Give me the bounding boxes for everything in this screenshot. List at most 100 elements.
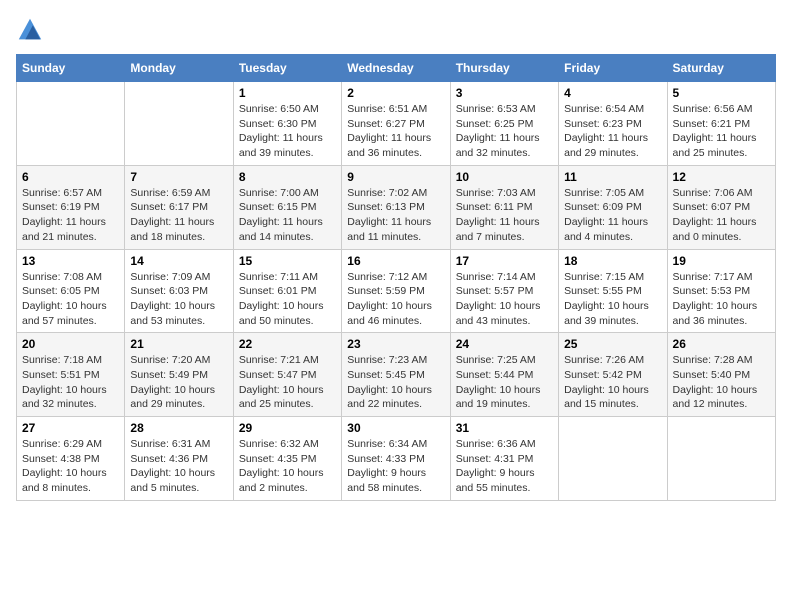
day-content: Sunrise: 7:18 AM Sunset: 5:51 PM Dayligh…	[22, 353, 119, 412]
day-cell: 16Sunrise: 7:12 AM Sunset: 5:59 PM Dayli…	[342, 249, 450, 333]
day-content: Sunrise: 7:20 AM Sunset: 5:49 PM Dayligh…	[130, 353, 227, 412]
calendar-body: 1Sunrise: 6:50 AM Sunset: 6:30 PM Daylig…	[17, 82, 776, 501]
header-cell-sunday: Sunday	[17, 55, 125, 82]
day-cell: 6 Sunrise: 6:57 AM Sunset: 6:19 PM Daylig…	[17, 165, 125, 249]
day-content: Sunrise: 7:02 AM Sunset: 6:13 PM Dayligh…	[347, 186, 444, 245]
day-cell: 27Sunrise: 6:29 AM Sunset: 4:38 PM Dayli…	[17, 417, 125, 501]
day-number: 3	[456, 86, 553, 100]
day-cell: 2 Sunrise: 6:51 AM Sunset: 6:27 PM Daylig…	[342, 82, 450, 166]
day-number: 21	[130, 337, 227, 351]
day-number: 2	[347, 86, 444, 100]
day-number: 12	[673, 170, 770, 184]
day-number: 9	[347, 170, 444, 184]
day-content: Sunrise: 7:14 AM Sunset: 5:57 PM Dayligh…	[456, 270, 553, 329]
day-number: 15	[239, 254, 336, 268]
day-cell: 8Sunrise: 7:00 AM Sunset: 6:15 PM Daylig…	[233, 165, 341, 249]
day-content: Sunrise: 6:34 AM Sunset: 4:33 PM Dayligh…	[347, 437, 444, 496]
day-cell: 18Sunrise: 7:15 AM Sunset: 5:55 PM Dayli…	[559, 249, 667, 333]
day-cell	[667, 417, 775, 501]
day-cell: 28 Sunrise: 6:31 AM Sunset: 4:36 PM Dayli…	[125, 417, 233, 501]
day-number: 22	[239, 337, 336, 351]
day-cell: 29 Sunrise: 6:32 AM Sunset: 4:35 PM Dayli…	[233, 417, 341, 501]
day-cell: 4 Sunrise: 6:54 AM Sunset: 6:23 PM Daylig…	[559, 82, 667, 166]
header-cell-friday: Friday	[559, 55, 667, 82]
day-cell: 5 Sunrise: 6:56 AM Sunset: 6:21 PM Daylig…	[667, 82, 775, 166]
day-number: 6	[22, 170, 119, 184]
day-cell: 11Sunrise: 7:05 AM Sunset: 6:09 PM Dayli…	[559, 165, 667, 249]
day-content: Sunrise: 7:08 AM Sunset: 6:05 PM Dayligh…	[22, 270, 119, 329]
week-row-1: 1Sunrise: 6:50 AM Sunset: 6:30 PM Daylig…	[17, 82, 776, 166]
day-content: Sunrise: 7:21 AM Sunset: 5:47 PM Dayligh…	[239, 353, 336, 412]
day-content: Sunrise: 6:53 AM Sunset: 6:25 PM Dayligh…	[456, 102, 553, 161]
day-number: 8	[239, 170, 336, 184]
day-cell: 17 Sunrise: 7:14 AM Sunset: 5:57 PM Dayli…	[450, 249, 558, 333]
header-cell-tuesday: Tuesday	[233, 55, 341, 82]
day-number: 28	[130, 421, 227, 435]
day-number: 17	[456, 254, 553, 268]
day-cell	[125, 82, 233, 166]
day-number: 19	[673, 254, 770, 268]
header-cell-wednesday: Wednesday	[342, 55, 450, 82]
header-row: SundayMondayTuesdayWednesdayThursdayFrid…	[17, 55, 776, 82]
header-cell-thursday: Thursday	[450, 55, 558, 82]
day-content: Sunrise: 6:36 AM Sunset: 4:31 PM Dayligh…	[456, 437, 553, 496]
week-row-2: 6 Sunrise: 6:57 AM Sunset: 6:19 PM Daylig…	[17, 165, 776, 249]
day-content: Sunrise: 6:59 AM Sunset: 6:17 PM Dayligh…	[130, 186, 227, 245]
day-cell: 24 Sunrise: 7:25 AM Sunset: 5:44 PM Dayli…	[450, 333, 558, 417]
day-cell: 3 Sunrise: 6:53 AM Sunset: 6:25 PM Daylig…	[450, 82, 558, 166]
day-content: Sunrise: 7:15 AM Sunset: 5:55 PM Dayligh…	[564, 270, 661, 329]
header-cell-saturday: Saturday	[667, 55, 775, 82]
day-content: Sunrise: 7:06 AM Sunset: 6:07 PM Dayligh…	[673, 186, 770, 245]
logo-icon	[16, 16, 44, 44]
day-number: 4	[564, 86, 661, 100]
day-content: Sunrise: 7:28 AM Sunset: 5:40 PM Dayligh…	[673, 353, 770, 412]
day-cell	[559, 417, 667, 501]
day-content: Sunrise: 6:56 AM Sunset: 6:21 PM Dayligh…	[673, 102, 770, 161]
day-number: 30	[347, 421, 444, 435]
day-number: 31	[456, 421, 553, 435]
day-number: 11	[564, 170, 661, 184]
day-cell: 9 Sunrise: 7:02 AM Sunset: 6:13 PM Daylig…	[342, 165, 450, 249]
calendar-header: SundayMondayTuesdayWednesdayThursdayFrid…	[17, 55, 776, 82]
day-number: 1	[239, 86, 336, 100]
day-cell: 19 Sunrise: 7:17 AM Sunset: 5:53 PM Dayli…	[667, 249, 775, 333]
day-cell: 14 Sunrise: 7:09 AM Sunset: 6:03 PM Dayli…	[125, 249, 233, 333]
day-content: Sunrise: 6:32 AM Sunset: 4:35 PM Dayligh…	[239, 437, 336, 496]
day-number: 20	[22, 337, 119, 351]
day-number: 29	[239, 421, 336, 435]
day-content: Sunrise: 6:57 AM Sunset: 6:19 PM Dayligh…	[22, 186, 119, 245]
day-cell: 23 Sunrise: 7:23 AM Sunset: 5:45 PM Dayli…	[342, 333, 450, 417]
day-content: Sunrise: 6:31 AM Sunset: 4:36 PM Dayligh…	[130, 437, 227, 496]
logo	[16, 16, 48, 44]
day-content: Sunrise: 7:11 AM Sunset: 6:01 PM Dayligh…	[239, 270, 336, 329]
day-number: 24	[456, 337, 553, 351]
day-cell	[17, 82, 125, 166]
day-number: 25	[564, 337, 661, 351]
day-cell: 10 Sunrise: 7:03 AM Sunset: 6:11 PM Dayli…	[450, 165, 558, 249]
page-header	[16, 16, 776, 44]
day-content: Sunrise: 7:17 AM Sunset: 5:53 PM Dayligh…	[673, 270, 770, 329]
day-cell: 22 Sunrise: 7:21 AM Sunset: 5:47 PM Dayli…	[233, 333, 341, 417]
day-cell: 26Sunrise: 7:28 AM Sunset: 5:40 PM Dayli…	[667, 333, 775, 417]
header-cell-monday: Monday	[125, 55, 233, 82]
day-content: Sunrise: 7:23 AM Sunset: 5:45 PM Dayligh…	[347, 353, 444, 412]
day-content: Sunrise: 7:26 AM Sunset: 5:42 PM Dayligh…	[564, 353, 661, 412]
day-cell: 1Sunrise: 6:50 AM Sunset: 6:30 PM Daylig…	[233, 82, 341, 166]
week-row-4: 20 Sunrise: 7:18 AM Sunset: 5:51 PM Dayli…	[17, 333, 776, 417]
day-cell: 31 Sunrise: 6:36 AM Sunset: 4:31 PM Dayli…	[450, 417, 558, 501]
day-number: 10	[456, 170, 553, 184]
day-number: 23	[347, 337, 444, 351]
week-row-5: 27Sunrise: 6:29 AM Sunset: 4:38 PM Dayli…	[17, 417, 776, 501]
day-content: Sunrise: 6:54 AM Sunset: 6:23 PM Dayligh…	[564, 102, 661, 161]
day-content: Sunrise: 7:25 AM Sunset: 5:44 PM Dayligh…	[456, 353, 553, 412]
day-number: 5	[673, 86, 770, 100]
week-row-3: 13Sunrise: 7:08 AM Sunset: 6:05 PM Dayli…	[17, 249, 776, 333]
day-cell: 25 Sunrise: 7:26 AM Sunset: 5:42 PM Dayli…	[559, 333, 667, 417]
calendar-table: SundayMondayTuesdayWednesdayThursdayFrid…	[16, 54, 776, 501]
day-number: 14	[130, 254, 227, 268]
day-content: Sunrise: 7:03 AM Sunset: 6:11 PM Dayligh…	[456, 186, 553, 245]
day-number: 16	[347, 254, 444, 268]
day-content: Sunrise: 7:09 AM Sunset: 6:03 PM Dayligh…	[130, 270, 227, 329]
day-cell: 13Sunrise: 7:08 AM Sunset: 6:05 PM Dayli…	[17, 249, 125, 333]
day-content: Sunrise: 6:51 AM Sunset: 6:27 PM Dayligh…	[347, 102, 444, 161]
